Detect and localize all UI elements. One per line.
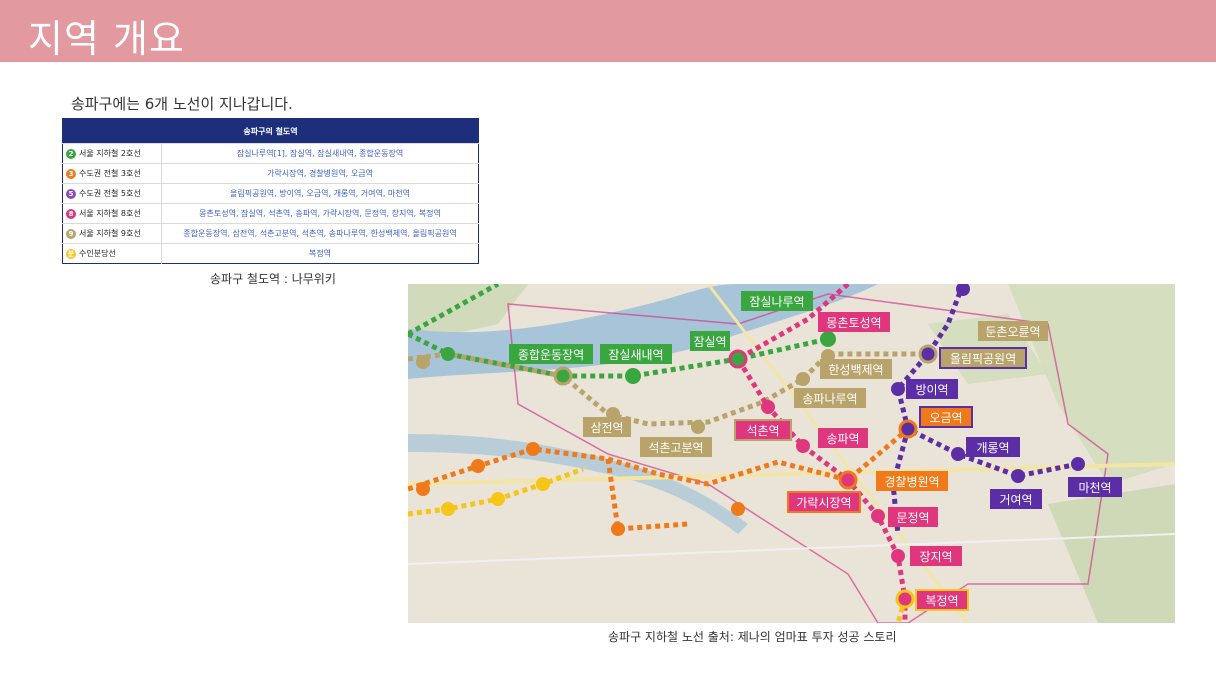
label-jamsil: 잠실역 [693,335,726,349]
label-jamsilnaru: 잠실나루역 [749,295,804,309]
station-dot [918,344,938,364]
table-row: 분 수인분당선 복정역 [62,243,479,264]
station-dot [1071,457,1085,471]
station-dot [1011,469,1025,483]
label-samjeon: 삼전역 [590,421,623,435]
title-bar: 지역 개요 [0,0,1216,62]
label-sports: 종합운동장역 [518,348,584,362]
station-dot [898,419,918,439]
station-dot [691,420,705,434]
label-dunchon: 둔촌오륜역 [985,325,1040,339]
station-dot [895,589,915,609]
station-list-cell[interactable]: 종합운동장역, 삼전역, 석촌고분역, 석촌역, 송파나루역, 한성백제역, 올… [161,223,479,244]
station-dot [838,470,858,490]
line-number-icon: 2 [66,148,76,159]
label-bokjeong: 복정역 [925,594,958,608]
station-list-cell[interactable]: 몽촌토성역, 잠실역, 석촌역, 송파역, 가락시장역, 문정역, 장지역, 복… [161,203,479,224]
station-dot [731,502,745,516]
station-dot [625,368,641,384]
station-dot [526,442,540,456]
station-dot [553,366,573,386]
station-dot [761,400,775,414]
station-table: 송파구의 철도역 2 서울 지하철 2호선 잠실나루역[1], 잠실역, 잠실새내역… [62,118,479,264]
table-header: 송파구의 철도역 [62,118,479,144]
station-dot [441,347,455,361]
table-row: 3 수도권 전철 3호선 가락시장역, 경찰병원역, 오금역 [62,163,479,184]
label-jangji: 장지역 [919,550,952,564]
station-dot [611,522,625,536]
station-dot [891,382,905,396]
label-munjeong: 문정역 [896,511,929,525]
station-dot [951,447,965,461]
label-geoyeo: 거여역 [999,493,1032,507]
station-dot [471,459,485,473]
map-caption: 송파구 지하철 노선 출처: 제나의 엄마표 투자 성공 스토리 [608,630,897,644]
subway-map: 잠실나루역 몽촌토성역 둔촌오륜역 잠실역 종합운동장역 잠실새내역 올림픽공원… [408,284,1175,623]
label-olympic: 올림픽공원역 [950,352,1016,366]
label-jamsilsaenae: 잠실새내역 [608,348,663,362]
line-name-cell: 2 서울 지하철 2호선 [62,143,162,164]
label-gaerong: 개롱역 [976,441,1009,455]
station-dot [796,372,810,386]
station-dot [871,509,885,523]
line-name[interactable]: 수도권 전철 5호선 [79,189,141,198]
label-bangi: 방이역 [915,383,948,397]
label-songpanaru: 송파나루역 [802,392,857,406]
table-body: 2 서울 지하철 2호선 잠실나루역[1], 잠실역, 잠실새내역, 종합운동장역 3… [62,143,479,264]
table-row: 5 수도권 전철 5호선 올림픽공원역, 방이역, 오금역, 개롱역, 거여역, 마… [62,183,479,204]
line-name[interactable]: 서울 지하철 2호선 [79,149,141,158]
station-list-cell[interactable]: 복정역 [161,243,479,264]
line-name[interactable]: 서울 지하철 8호선 [79,209,141,218]
station-list-cell[interactable]: 올림픽공원역, 방이역, 오금역, 개롱역, 거여역, 마천역 [161,183,479,204]
station-dot [416,482,430,496]
station-dot [441,502,455,516]
station-dot [491,492,505,506]
table-row: 9 서울 지하철 9호선 종합운동장역, 삼전역, 석촌고분역, 석촌역, 송파나루… [62,223,479,244]
line-name-cell: 분 수인분당선 [62,243,162,264]
line-number-icon: 9 [66,228,76,239]
line-name-cell: 8 서울 지하철 8호선 [62,203,162,224]
station-list-cell[interactable]: 가락시장역, 경찰병원역, 오금역 [161,163,479,184]
line-name-cell: 5 수도권 전철 5호선 [62,183,162,204]
subway-map-svg: 잠실나루역 몽촌토성역 둔촌오륜역 잠실역 종합운동장역 잠실새내역 올림픽공원… [408,284,1175,623]
line-name[interactable]: 수도권 전철 3호선 [79,169,141,178]
intro-text: 송파구에는 6개 노선이 지나갑니다. [71,95,293,113]
table-row: 2 서울 지하철 2호선 잠실나루역[1], 잠실역, 잠실새내역, 종합운동장역 [62,143,479,164]
line-number-icon: 8 [66,208,76,219]
station-dot [416,355,430,369]
label-police: 경찰병원역 [884,475,939,489]
line-number-icon: 5 [66,188,76,199]
label-songpa: 송파역 [826,432,859,446]
line-name[interactable]: 수인분당선 [79,249,116,258]
line-name[interactable]: 서울 지하철 9호선 [79,229,141,238]
label-hanseong: 한성백제역 [828,363,883,377]
station-dot [536,477,550,491]
label-ogeum: 오금역 [929,411,962,425]
station-dot [796,439,810,453]
label-garak: 가락시장역 [796,496,851,510]
station-dot [891,549,905,563]
line-name-cell: 3 수도권 전철 3호선 [62,163,162,184]
station-list-cell[interactable]: 잠실나루역[1], 잠실역, 잠실새내역, 종합운동장역 [161,143,479,164]
label-macheon: 마천역 [1078,480,1111,495]
label-mongchon: 몽촌토성역 [826,316,881,330]
line-name-cell: 9 서울 지하철 9호선 [62,223,162,244]
label-seokchongobun: 석촌고분역 [648,441,703,455]
line-number-icon: 분 [66,248,76,259]
station-dot [820,331,836,347]
station-dot [728,349,748,369]
table-caption: 송파구 철도역 : 나무위키 [210,272,336,286]
table-row: 8 서울 지하철 8호선 몽촌토성역, 잠실역, 석촌역, 송파역, 가락시장역, … [62,203,479,224]
label-seokchon: 석촌역 [746,424,779,438]
page-title: 지역 개요 [28,17,185,61]
line-number-icon: 3 [66,168,76,179]
